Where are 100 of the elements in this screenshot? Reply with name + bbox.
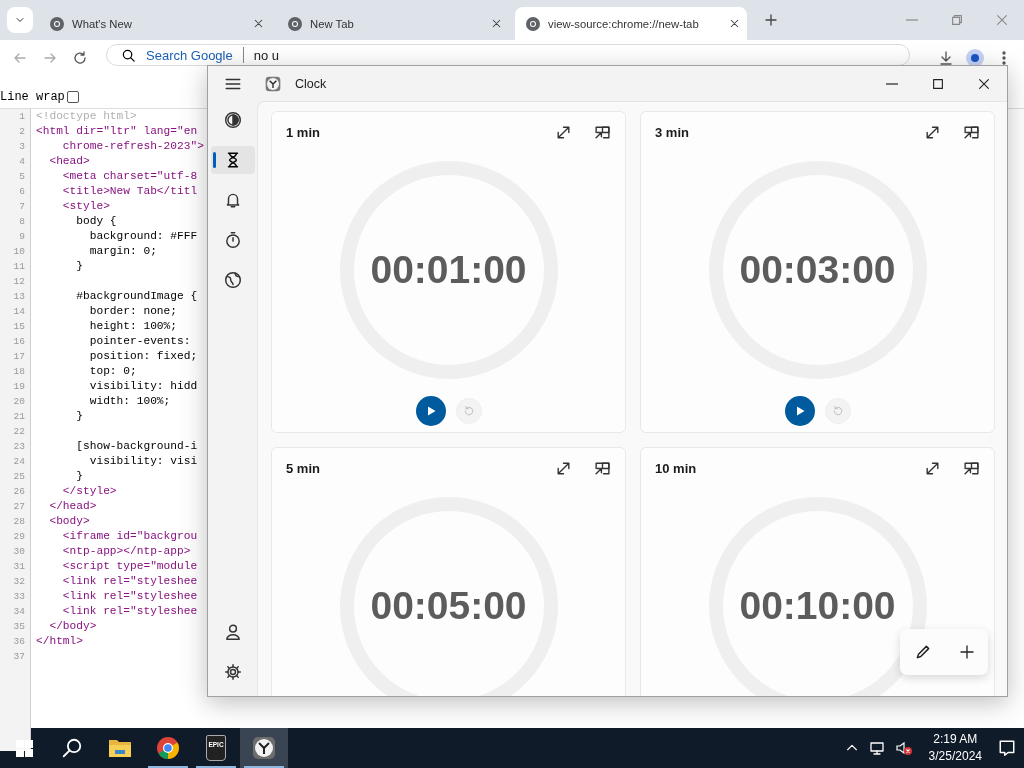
settings-icon xyxy=(223,663,242,681)
source-code-line: #backgroundImage { xyxy=(75,290,198,302)
expand-icon xyxy=(555,459,572,477)
line-number: 5 xyxy=(18,170,26,184)
line-number: 29 xyxy=(12,530,26,544)
source-code-line: margin: 0; xyxy=(88,245,157,257)
source-code-line: } xyxy=(75,260,83,272)
source-code-line: body { xyxy=(75,215,117,227)
search-icon xyxy=(61,737,83,759)
clock-app-icon xyxy=(265,75,281,92)
browser-tab[interactable]: What's New xyxy=(39,7,271,40)
line-number: 6 xyxy=(18,185,26,199)
line-number: 32 xyxy=(12,575,26,589)
source-code-line: visibility: hidd xyxy=(88,380,198,392)
source-code-line: <script type="module xyxy=(61,560,198,572)
stopwatch-icon[interactable] xyxy=(223,231,242,249)
line-number: 8 xyxy=(18,215,26,229)
window-title: Clock xyxy=(295,76,327,91)
source-code-line: <style> xyxy=(61,200,110,212)
line-number: 13 xyxy=(12,290,26,304)
line-wrap-label: Line wrap xyxy=(0,90,65,104)
volume-button[interactable] xyxy=(894,740,913,756)
line-number: 4 xyxy=(18,155,26,169)
line-number: 33 xyxy=(12,590,26,604)
network-button[interactable] xyxy=(868,740,885,756)
close-icon[interactable] xyxy=(728,17,741,30)
source-code-line: } xyxy=(75,410,83,422)
expand-icon xyxy=(924,459,941,477)
source-code-line: <iframe id="backgrou xyxy=(61,530,198,542)
source-code-line: </head> xyxy=(48,500,97,512)
reset-icon xyxy=(462,405,475,417)
line-number: 7 xyxy=(18,200,26,214)
source-code-line: top: 0; xyxy=(88,365,137,377)
download-icon xyxy=(938,50,954,66)
minimize-icon xyxy=(886,82,898,85)
chrome-icon xyxy=(156,736,180,760)
line-number: 23 xyxy=(12,440,26,454)
source-code-line: width: 100%; xyxy=(88,395,171,407)
muted-speaker-icon xyxy=(894,740,913,756)
line-number: 35 xyxy=(12,620,26,634)
timer-time: 00:01:00 xyxy=(370,248,527,292)
line-number: 17 xyxy=(12,350,26,364)
source-code-line: position: fixed; xyxy=(88,350,198,362)
line-number: 26 xyxy=(12,485,26,499)
source-code-line: border: none; xyxy=(88,305,177,317)
play-button[interactable] xyxy=(415,396,446,426)
line-number: 36 xyxy=(12,635,26,649)
browser-tab[interactable]: view-source:chrome://new-tab xyxy=(515,7,747,40)
source-code-line: chrome-refresh-2023"> xyxy=(61,140,204,152)
timer-time: 00:10:00 xyxy=(739,584,896,628)
line-number: 15 xyxy=(12,320,26,334)
source-code-line: <!doctype html> xyxy=(36,110,137,122)
close-icon xyxy=(994,13,1009,27)
expand-icon xyxy=(924,123,941,141)
globe-icon[interactable] xyxy=(223,271,242,289)
line-number: 9 xyxy=(18,230,26,244)
line-number: 18 xyxy=(12,365,26,379)
taskbar-app-button[interactable] xyxy=(240,728,288,768)
close-icon[interactable] xyxy=(490,17,503,30)
taskbar-clock[interactable]: 2:19 AM 3/25/2024 xyxy=(922,731,988,765)
clock-time: 2:19 AM xyxy=(933,731,978,748)
plus-icon xyxy=(958,644,975,660)
folder-icon xyxy=(108,738,132,758)
restore-icon xyxy=(949,13,964,27)
line-number: 3 xyxy=(18,140,26,154)
play-button[interactable] xyxy=(784,396,815,426)
nav-item[interactable] xyxy=(210,146,255,174)
network-icon xyxy=(868,740,885,756)
line-number: 12 xyxy=(12,275,26,289)
clock-app-icon xyxy=(252,736,276,760)
line-number: 37 xyxy=(12,650,26,664)
search-icon xyxy=(121,47,136,63)
expand-icon xyxy=(555,123,572,141)
line-wrap-checkbox[interactable] xyxy=(66,91,79,103)
line-number: 24 xyxy=(12,455,26,469)
line-number: 16 xyxy=(12,335,26,349)
clock-date: 3/25/2024 xyxy=(928,748,982,765)
timer-title: 1 min xyxy=(286,124,320,140)
line-number: 27 xyxy=(12,500,26,514)
source-code-line: pointer-events: xyxy=(88,335,191,347)
source-code-line: <ntp-app></ntp-app> xyxy=(61,545,191,557)
address-text: no u xyxy=(253,47,280,63)
notifications-button[interactable] xyxy=(998,739,1016,757)
line-number: 31 xyxy=(12,560,26,574)
browser-tab[interactable]: New Tab xyxy=(277,7,509,40)
line-number: 21 xyxy=(12,410,26,424)
close-icon[interactable] xyxy=(252,17,265,30)
source-code-line: <head> xyxy=(48,155,90,167)
line-number: 22 xyxy=(12,425,26,439)
pip-icon xyxy=(963,459,980,477)
focus-icon[interactable] xyxy=(223,111,242,129)
pip-icon xyxy=(963,123,980,141)
timer-time: 00:03:00 xyxy=(739,248,896,292)
close-icon xyxy=(977,76,991,91)
source-code-line: background: #FFF xyxy=(88,230,198,242)
pip-icon xyxy=(594,123,611,141)
line-number: 25 xyxy=(12,470,26,484)
chrome-tab-icon xyxy=(287,15,303,32)
reload-icon xyxy=(72,50,88,66)
maximize-icon xyxy=(931,76,945,91)
